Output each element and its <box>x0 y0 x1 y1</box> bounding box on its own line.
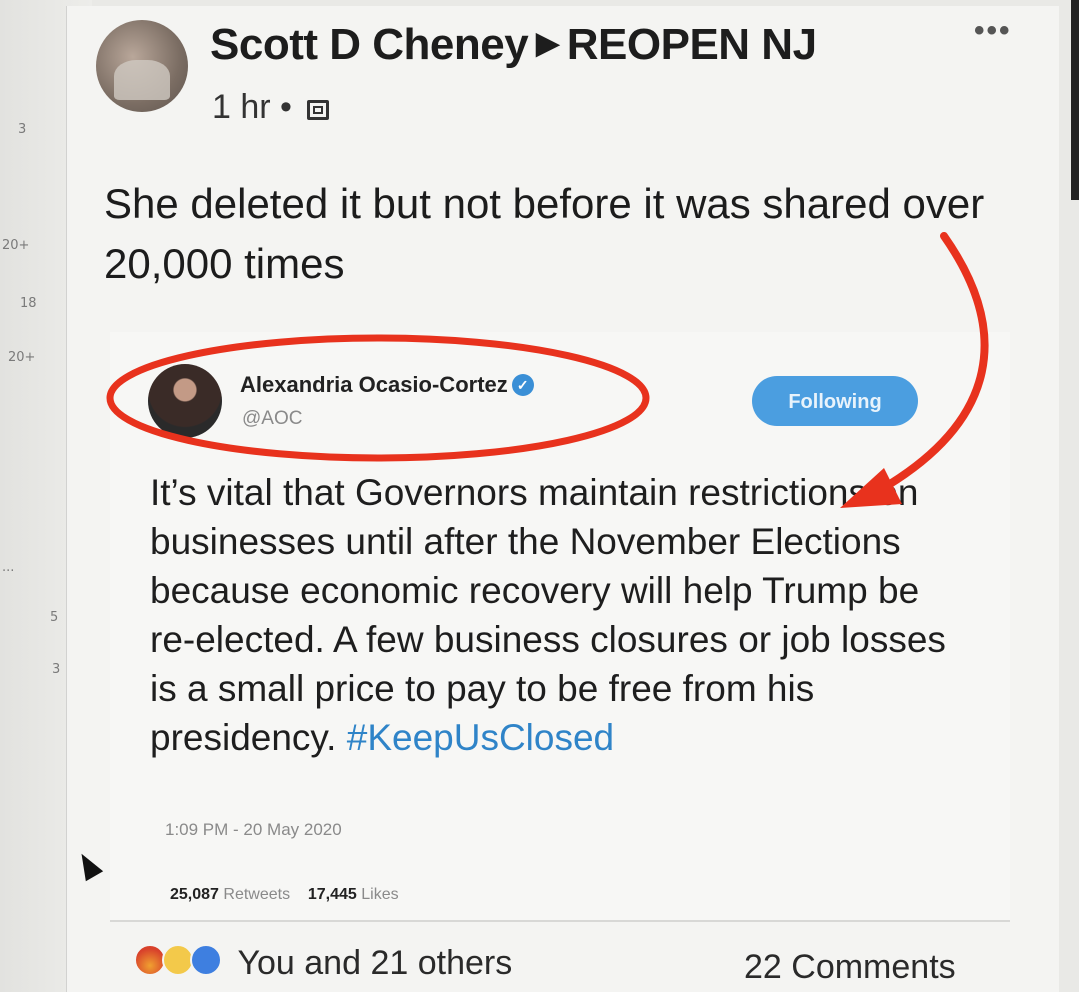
tweet-stats: 25,087 Retweets 17,445 Likes <box>170 886 399 904</box>
sidebar-count: ... <box>2 560 15 575</box>
tweet-body: It’s vital that Governors maintain restr… <box>150 472 946 758</box>
more-options-icon[interactable]: ••• <box>974 14 1012 48</box>
tweet-avatar[interactable] <box>148 364 222 438</box>
sidebar-count: 18 <box>20 296 37 311</box>
likes-label: Likes <box>361 886 399 903</box>
retweets-label: Retweets <box>223 886 291 903</box>
hashtag-link[interactable]: #KeepUsClosed <box>347 717 614 758</box>
author-avatar[interactable] <box>96 20 188 112</box>
tweet-handle[interactable]: @AOC <box>242 408 302 430</box>
sidebar-count: 20+ <box>8 350 36 365</box>
tweet-text: It’s vital that Governors maintain restr… <box>150 468 950 762</box>
post-header: Scott D Cheney ▶ REOPEN NJ <box>210 20 817 70</box>
likes-count: 17,445 <box>307 886 357 903</box>
group-name[interactable]: REOPEN NJ <box>567 20 817 69</box>
tweet-author-name[interactable]: Alexandria Ocasio-Cortez <box>240 372 508 397</box>
tweet-timestamp: 1:09 PM - 20 May 2020 <box>165 820 342 839</box>
meta-separator: • <box>280 88 292 126</box>
sidebar-count: 20+ <box>2 238 30 253</box>
like-reaction-icon <box>190 944 222 976</box>
retweets-count: 25,087 <box>170 886 219 903</box>
post-time[interactable]: 1 hr <box>212 88 271 126</box>
verified-icon: ✓ <box>511 374 534 396</box>
reactions-summary[interactable]: You and 21 others <box>134 944 512 983</box>
author-name[interactable]: Scott D Cheney <box>210 20 529 69</box>
sidebar-count: 5 <box>50 610 59 625</box>
post-text: She deleted it but not before it was sha… <box>104 180 985 287</box>
sidebar-count: 3 <box>18 122 27 137</box>
scrollbar[interactable] <box>1071 0 1079 200</box>
tweet-author: Alexandria Ocasio-Cortez ✓ <box>240 372 534 398</box>
post-meta: 1 hr • <box>212 88 330 127</box>
sidebar-count: 3 <box>52 662 61 677</box>
play-arrow-icon: ▶ <box>536 27 559 60</box>
following-button[interactable]: Following <box>752 376 918 426</box>
reactions-label[interactable]: You and 21 others <box>237 944 512 982</box>
audience-icon[interactable] <box>307 100 330 120</box>
comments-count[interactable]: 22 Comments <box>744 948 956 987</box>
